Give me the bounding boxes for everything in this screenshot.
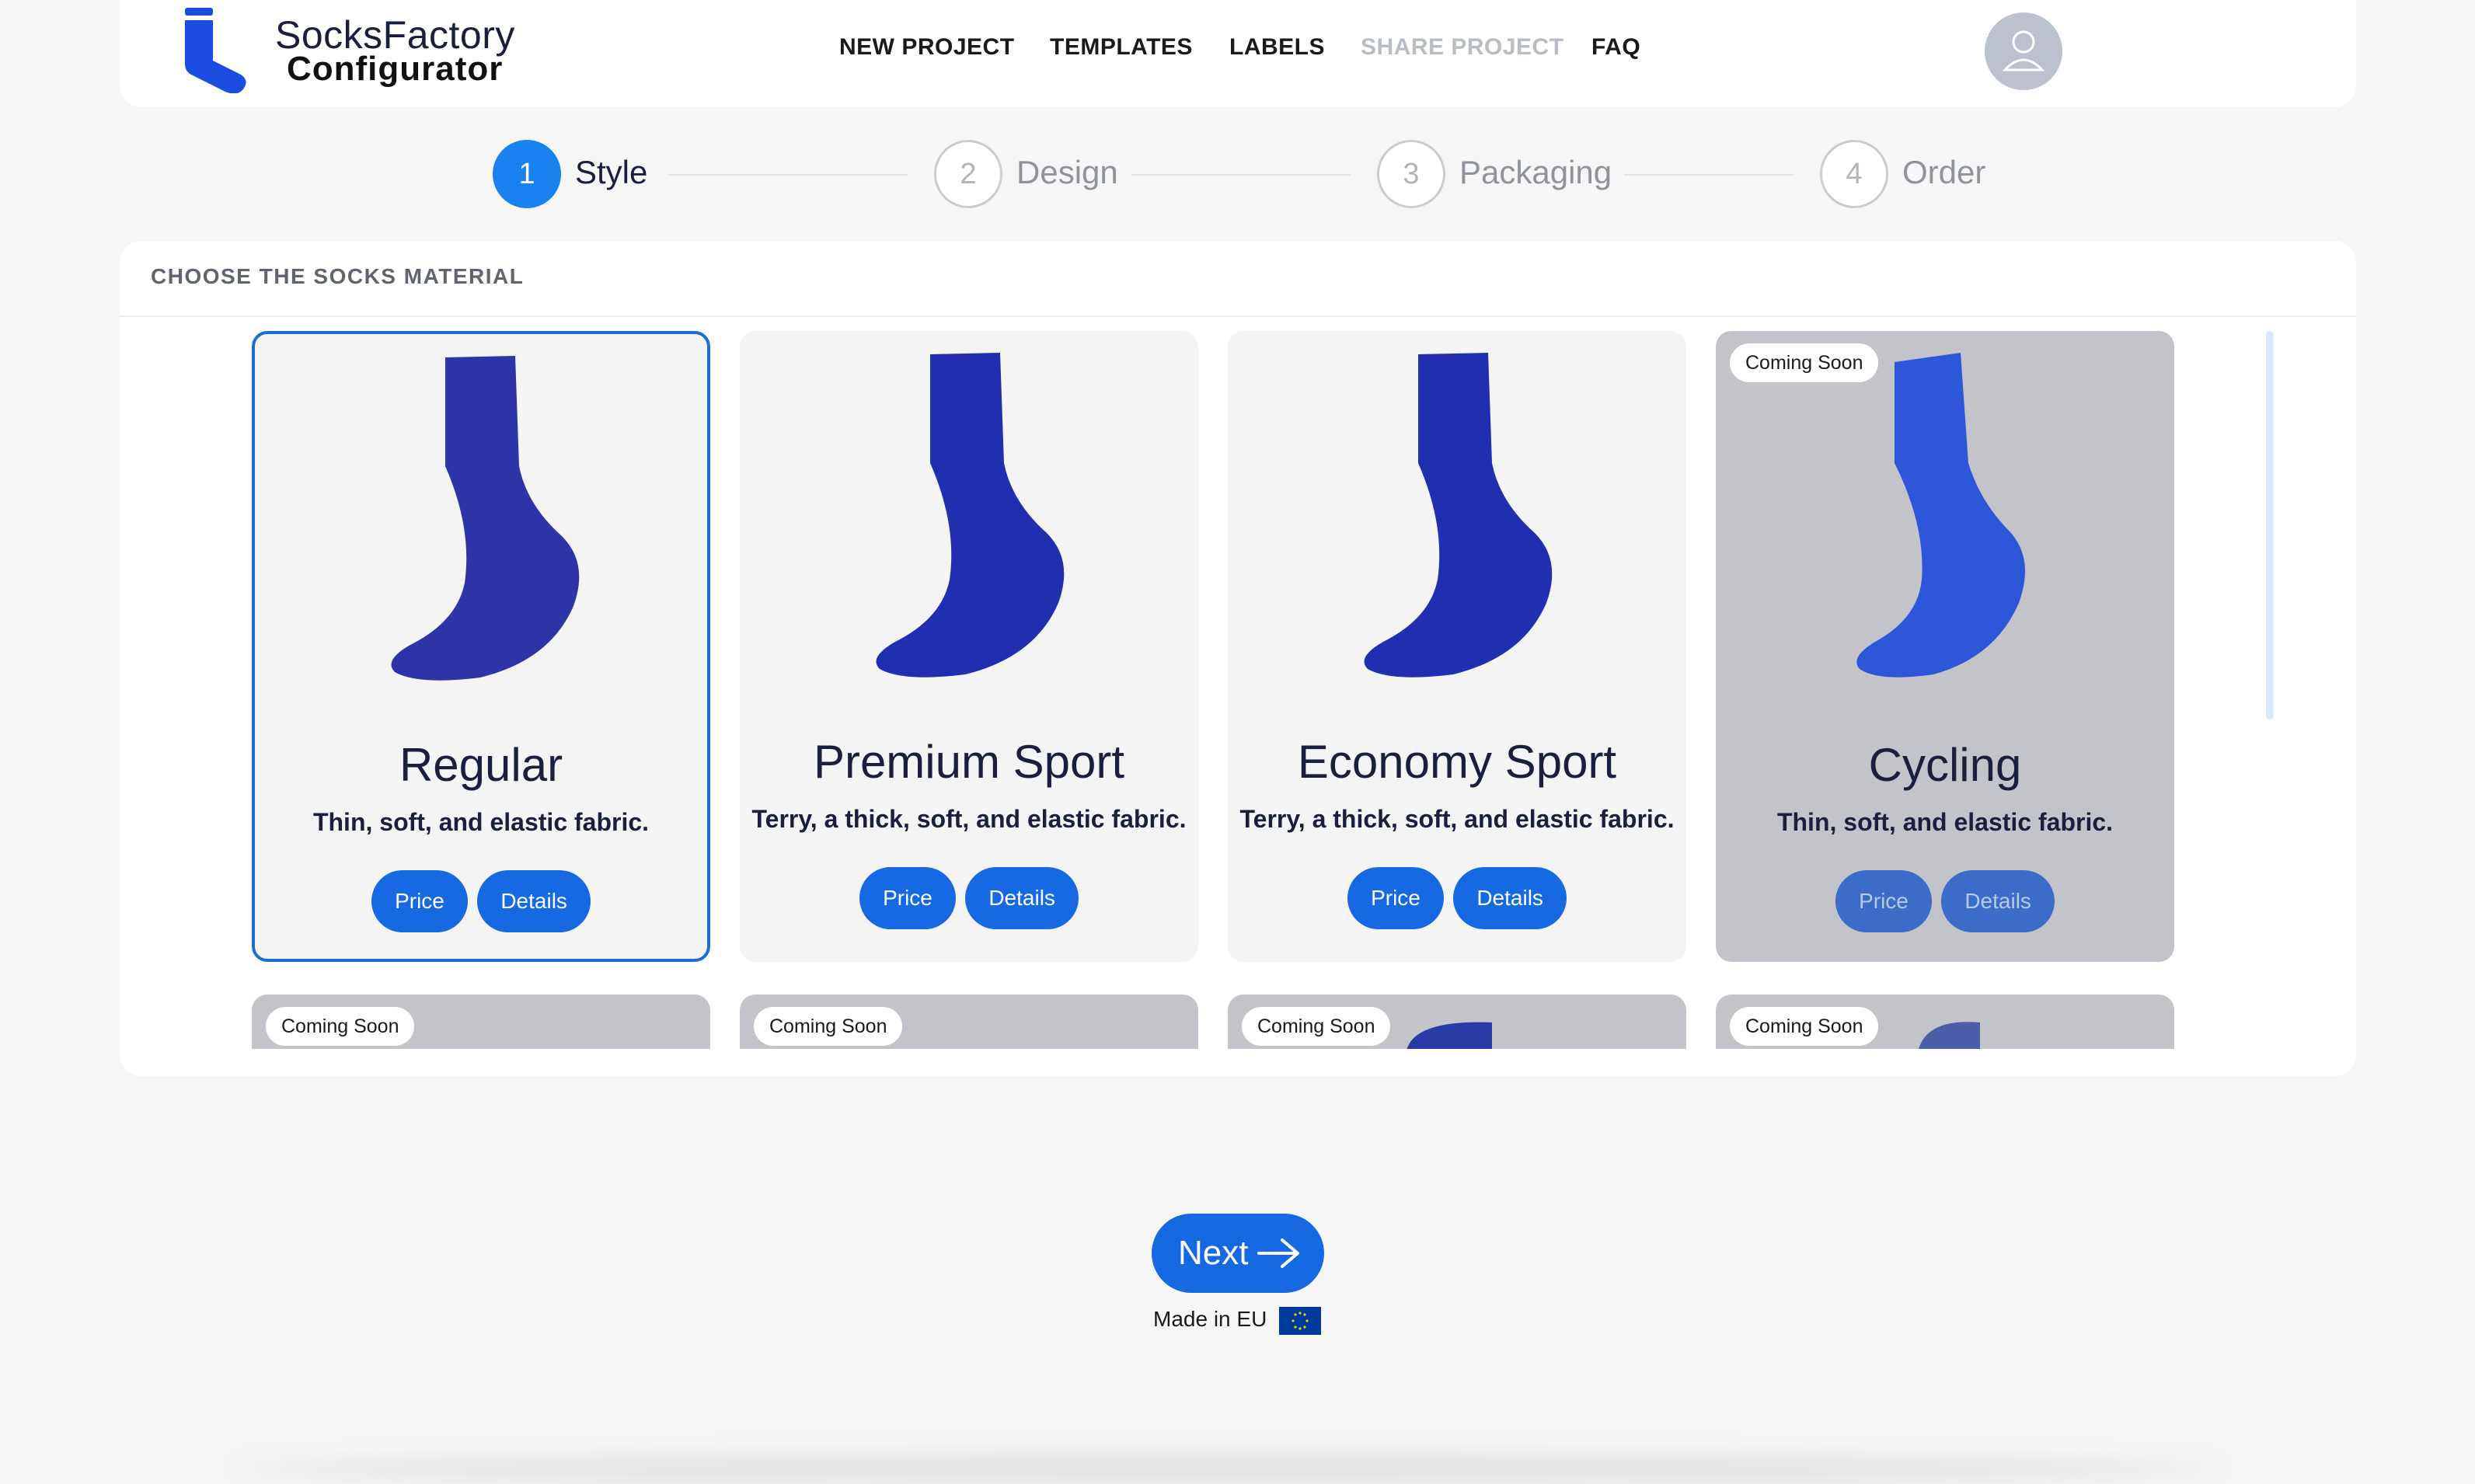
sock-image [1407,1022,1492,1049]
material-card-partial: Coming Soon [1716,995,2174,1049]
nav-share-project: SHARE PROJECT [1361,34,1564,60]
material-card-cycling: Coming Soon Cycling Thin, soft, and elas… [1716,331,2174,962]
details-button: Details [1941,870,2055,932]
step-2-circle[interactable]: 2 [934,140,1002,208]
material-card-regular[interactable]: Regular Thin, soft, and elastic fabric. … [252,331,710,962]
step-4-circle[interactable]: 4 [1820,140,1888,208]
price-button[interactable]: Price [371,870,468,932]
step-3-circle[interactable]: 3 [1377,140,1445,208]
material-card-partial: Coming Soon [740,995,1198,1049]
card-title: Cycling [1868,739,2022,791]
sock-image [391,356,580,681]
coming-soon-badge: Coming Soon [1242,1007,1391,1046]
material-card-partial: Coming Soon [252,995,710,1049]
card-description: Terry, a thick, soft, and elastic fabric… [1239,805,1675,833]
nav-templates[interactable]: TEMPLATES [1050,34,1193,61]
sock-logo-icon[interactable] [180,6,250,93]
coming-soon-badge: Coming Soon [1730,1007,1879,1046]
footer-shadow [233,1453,2222,1484]
card-description: Terry, a thick, soft, and elastic fabric… [751,805,1187,833]
logo-subtitle: Configurator [287,50,504,88]
scrollbar[interactable] [2266,331,2274,719]
panel-title: CHOOSE THE SOCKS MATERIAL [151,264,525,288]
nav-faq[interactable]: FAQ [1591,34,1640,61]
sock-image [876,353,1065,678]
user-icon [2002,30,2045,71]
card-title: Economy Sport [1297,736,1617,788]
step-1-label[interactable]: Style [575,154,647,191]
step-connector [668,174,908,176]
coming-soon-badge: Coming Soon [754,1007,903,1046]
price-button: Price [1835,870,1932,932]
step-3-label[interactable]: Packaging [1459,154,1612,191]
sock-image [1364,353,1553,678]
user-avatar[interactable] [1985,12,2062,90]
card-title: Regular [399,739,563,791]
step-connector [1624,174,1794,176]
arrow-right-icon [1257,1238,1299,1268]
divider [120,315,2356,317]
step-connector [1131,174,1351,176]
step-2-label[interactable]: Design [1016,154,1118,191]
card-description: Thin, soft, and elastic fabric. [312,808,650,836]
card-title: Premium Sport [813,736,1125,788]
price-button[interactable]: Price [859,867,956,929]
coming-soon-badge: Coming Soon [266,1007,415,1046]
price-button[interactable]: Price [1347,867,1444,929]
made-in-eu-text: Made in EU [1153,1307,1267,1331]
details-button[interactable]: Details [1453,867,1567,929]
details-button[interactable]: Details [477,870,591,932]
step-1-circle[interactable]: 1 [493,140,561,208]
step-4-label[interactable]: Order [1902,154,1985,191]
top-header: SocksFactory Configurator NEW PROJECT TE… [120,0,2356,107]
details-button[interactable]: Details [965,867,1079,929]
next-button[interactable]: Next [1152,1214,1324,1293]
material-panel: CHOOSE THE SOCKS MATERIAL Regular Thin, … [120,241,2356,1076]
sock-image [1856,353,2025,678]
sock-image [1919,1022,1980,1049]
eu-flag-icon [1279,1307,1321,1335]
nav-labels[interactable]: LABELS [1229,34,1325,61]
material-card-economy-sport[interactable]: Economy Sport Terry, a thick, soft, and … [1228,331,1686,962]
card-description: Thin, soft, and elastic fabric. [1776,808,2114,836]
material-card-premium-sport[interactable]: Premium Sport Terry, a thick, soft, and … [740,331,1198,962]
material-card-partial: Coming Soon [1228,995,1686,1049]
nav-new-project[interactable]: NEW PROJECT [839,34,1015,61]
next-label: Next [1178,1234,1249,1272]
